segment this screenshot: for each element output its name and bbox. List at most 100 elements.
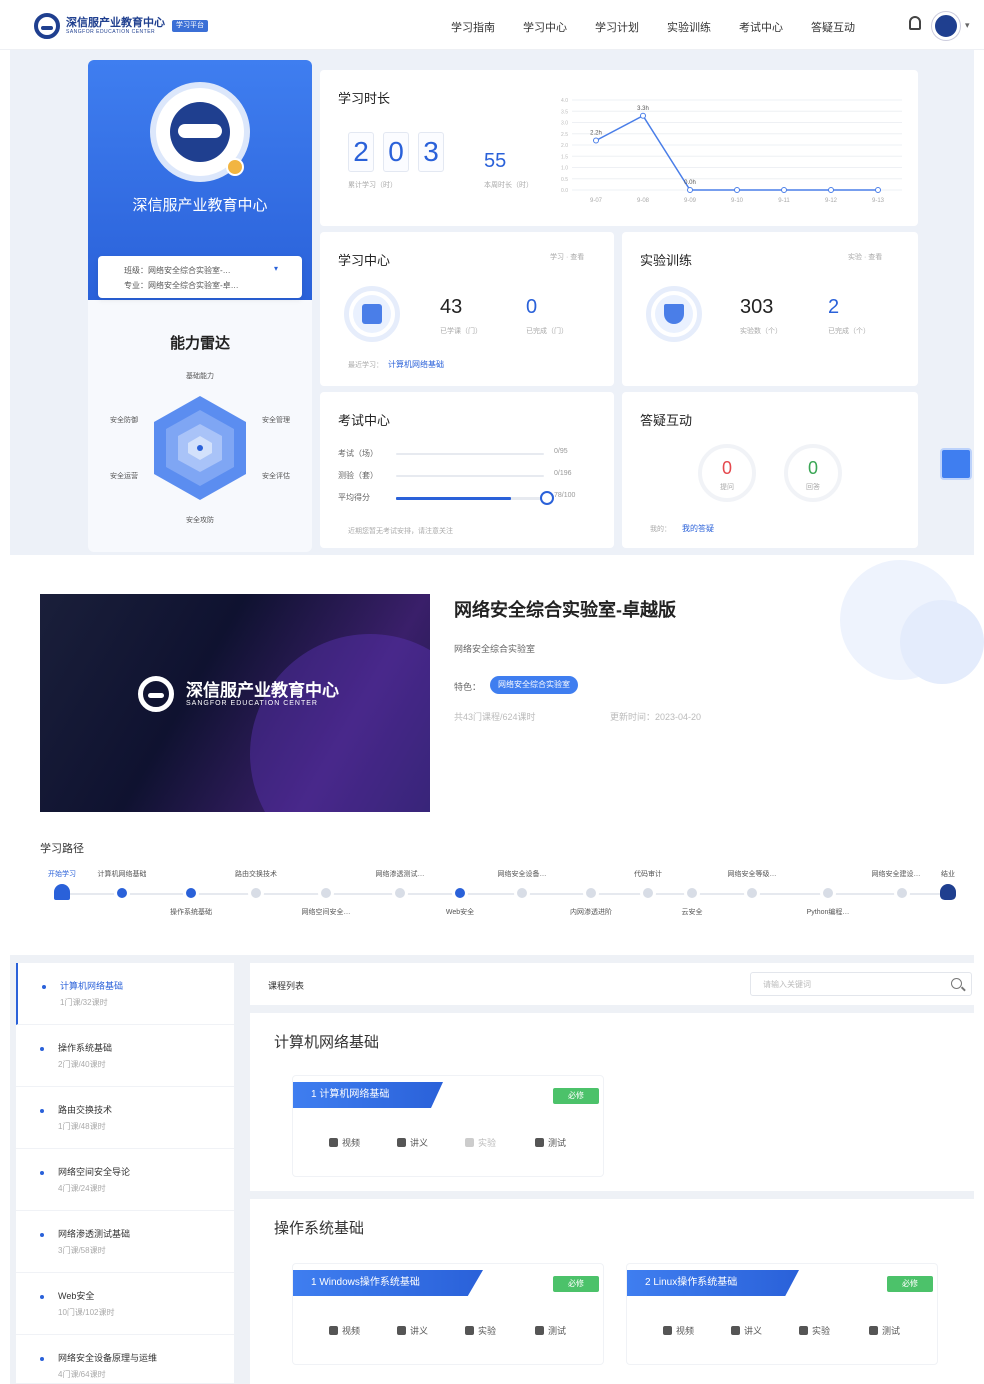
path-node[interactable] <box>640 885 656 901</box>
course-updated: 更新时间：2023-04-20 <box>610 712 702 722</box>
course-category-sidebar: 计算机网络基础 1门课/32课时 操作系统基础 2门课/40课时 路由交换技术 … <box>16 963 234 1384</box>
sidebar-item-security-devices[interactable]: 网络安全设备原理与运维 4门课/64课时 <box>16 1335 234 1384</box>
required-badge: 必修 <box>887 1276 933 1292</box>
nav-qa[interactable]: 答疑互动 <box>811 19 855 35</box>
sidebar-item-os-basics[interactable]: 操作系统基础 2门课/40课时 <box>16 1025 234 1087</box>
path-node[interactable] <box>744 885 760 901</box>
chevron-down-icon[interactable]: ▾ <box>965 20 970 31</box>
sidebar-item-pentest[interactable]: 网络渗透测试基础 3门课/58课时 <box>16 1211 234 1273</box>
chart-data-point <box>640 112 646 119</box>
lab-button[interactable]: 实验 <box>465 1324 496 1337</box>
video-button[interactable]: 视频 <box>329 1136 360 1149</box>
handout-button[interactable]: 讲义 <box>397 1136 428 1149</box>
sidebar-item-cyberspace[interactable]: 网络空间安全导论 4门课/24课时 <box>16 1149 234 1211</box>
chart-y-tick-label: 1.0 <box>561 166 568 172</box>
lab-label: 实验 <box>478 1326 497 1336</box>
bullet-icon <box>40 1047 44 1051</box>
path-node[interactable] <box>318 885 334 901</box>
recent-study-label: 最近学习： <box>348 362 383 369</box>
path-node[interactable] <box>583 885 599 901</box>
chart-data-point <box>828 187 834 193</box>
nav-lab-training[interactable]: 实验训练 <box>667 19 711 35</box>
study-center-more-link[interactable]: 学习 · 查看 <box>550 252 584 262</box>
radar-label-management: 安全管理 <box>262 415 290 424</box>
logo-icon[interactable] <box>34 13 60 39</box>
lesson-title[interactable]: 2 Linux操作系统基础 <box>627 1270 799 1296</box>
quiz-row-label: 测验（套） <box>338 471 378 480</box>
nav-exam-center[interactable]: 考试中心 <box>739 19 783 35</box>
chart-data-point <box>875 187 881 193</box>
path-node[interactable] <box>452 885 468 901</box>
test-button[interactable]: 测试 <box>869 1324 900 1337</box>
path-node-label: 网络安全设备… <box>497 871 547 878</box>
video-label: 视频 <box>676 1326 695 1336</box>
path-start-icon[interactable] <box>54 884 70 900</box>
path-node[interactable] <box>248 885 264 901</box>
path-node[interactable] <box>684 885 700 901</box>
recent-study-link[interactable]: 计算机网络基础 <box>388 359 444 370</box>
chart-data-point <box>734 187 740 193</box>
course-search-input[interactable]: 请输入关键词 <box>750 972 972 996</box>
video-icon <box>329 1138 338 1147</box>
qa-footer-link[interactable]: 我的答疑 <box>682 523 714 534</box>
path-node-label: 网络空间安全… <box>301 909 351 916</box>
handout-button[interactable]: 讲义 <box>731 1324 762 1337</box>
search-icon[interactable] <box>951 978 962 989</box>
path-node-label: 云安全 <box>681 909 703 916</box>
nav-study-plan[interactable]: 学习计划 <box>595 19 639 35</box>
lab-button[interactable]: 实验 <box>465 1136 496 1149</box>
handout-icon <box>397 1326 406 1335</box>
path-node[interactable] <box>894 885 910 901</box>
path-node[interactable] <box>114 885 130 901</box>
path-node-label: Web安全 <box>445 909 475 916</box>
sidebar-item-routing[interactable]: 路由交换技术 1门课/48课时 <box>16 1087 234 1149</box>
dropdown-caret-icon[interactable]: ▾ <box>274 264 278 273</box>
nav-study-center[interactable]: 学习中心 <box>523 19 567 35</box>
course-section: 计算机网络基础 1 计算机网络基础 必修 视频 讲义 实验 测试 <box>250 1013 974 1191</box>
required-badge: 必修 <box>553 1276 599 1292</box>
lesson-title[interactable]: 1 Windows操作系统基础 <box>293 1270 483 1296</box>
message-float-icon[interactable] <box>940 448 972 480</box>
nav-study-guide[interactable]: 学习指南 <box>451 19 495 35</box>
video-button[interactable]: 视频 <box>329 1324 360 1337</box>
path-node[interactable] <box>514 885 530 901</box>
test-icon <box>535 1138 544 1147</box>
section-title: 计算机网络基础 <box>274 1034 380 1051</box>
video-icon <box>663 1326 672 1335</box>
logo-title[interactable]: 深信服产业教育中心 <box>66 14 165 30</box>
verified-badge-icon <box>226 158 244 176</box>
path-node-label: 路由交换技术 <box>235 871 277 878</box>
sidebar-item-network-basics[interactable]: 计算机网络基础 1门课/32课时 <box>16 963 234 1025</box>
lab-button[interactable]: 实验 <box>799 1324 830 1337</box>
lesson-card[interactable]: 1 Windows操作系统基础 必修 视频 讲义 实验 测试 <box>292 1263 604 1365</box>
sidebar-item-web-security[interactable]: Web安全 10门课/102课时 <box>16 1273 234 1335</box>
path-node[interactable] <box>392 885 408 901</box>
chart-y-tick-label: 0.5 <box>561 177 568 183</box>
avatar[interactable] <box>932 12 960 40</box>
radar-label-basic: 基础能力 <box>186 371 214 380</box>
mascot-avatar <box>150 82 250 182</box>
path-node[interactable] <box>183 885 199 901</box>
cover-logo-subtitle: SANGFOR EDUCATION CENTER <box>186 700 318 707</box>
lesson-title[interactable]: 1 计算机网络基础 <box>293 1082 443 1108</box>
chart-data-point <box>593 137 599 144</box>
sidebar-item-meta: 4门课/64课时 <box>58 1370 106 1379</box>
test-button[interactable]: 测试 <box>535 1136 566 1149</box>
lab-more-link[interactable]: 实验 · 查看 <box>848 252 882 262</box>
test-button[interactable]: 测试 <box>535 1324 566 1337</box>
lesson-card[interactable]: 2 Linux操作系统基础 必修 视频 讲义 实验 测试 <box>626 1263 938 1365</box>
test-icon <box>535 1326 544 1335</box>
study-digit-1: 2 <box>348 132 374 172</box>
handout-button[interactable]: 讲义 <box>397 1324 428 1337</box>
quiz-row: 测验（套） 0/196 <box>338 470 572 482</box>
study-digit-2: 0 <box>383 132 409 172</box>
bell-icon[interactable] <box>909 16 921 30</box>
path-node[interactable] <box>820 885 836 901</box>
course-feature-tag[interactable]: 网络安全综合实验室 <box>490 676 578 694</box>
video-button[interactable]: 视频 <box>663 1324 694 1337</box>
qa-questions-label: 提问 <box>720 484 734 491</box>
video-icon <box>329 1326 338 1335</box>
lesson-card[interactable]: 1 计算机网络基础 必修 视频 讲义 实验 测试 <box>292 1075 604 1177</box>
trophy-icon[interactable] <box>940 884 956 900</box>
major-select[interactable]: 班级：网络安全综合实验室-… 专业：网络安全综合实验室-卓… ▾ <box>98 256 302 298</box>
